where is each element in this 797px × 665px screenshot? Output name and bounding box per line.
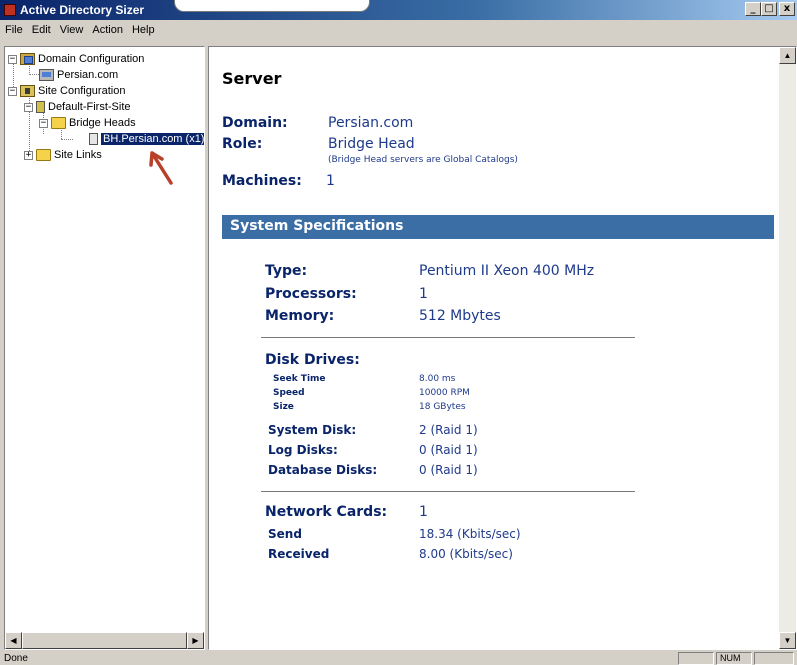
maximize-button[interactable]: □ <box>761 2 777 16</box>
type-value: Pentium II Xeon 400 MHz <box>419 263 595 279</box>
tree-horizontal-scrollbar[interactable]: ◀ ▶ <box>5 632 204 649</box>
domain-value: Persian.com <box>328 115 414 131</box>
memory-label: Memory: <box>265 308 335 324</box>
received-label: Received <box>268 547 330 561</box>
tree-node-label: Site Links <box>54 149 102 161</box>
status-text: Done <box>4 653 28 664</box>
speed-label: Speed <box>273 388 305 398</box>
collapse-icon[interactable]: − <box>24 102 33 112</box>
role-value: Bridge Head <box>328 136 415 152</box>
tree-node-domain-configuration[interactable]: − Domain Configuration <box>8 52 144 66</box>
collapse-icon[interactable]: − <box>39 118 48 128</box>
processors-value: 1 <box>419 286 428 302</box>
site-icon <box>36 101 45 113</box>
page-title: Server <box>222 69 282 88</box>
tree-connector <box>61 139 73 140</box>
send-value: 18.34 (Kbits/sec) <box>419 527 521 541</box>
log-disks-label: Log Disks: <box>268 443 338 457</box>
size-value: 18 GBytes <box>419 402 466 412</box>
log-disks-value: 0 (Raid 1) <box>419 443 478 457</box>
database-disks-value: 0 (Raid 1) <box>419 463 478 477</box>
status-cell-blank <box>754 652 794 665</box>
domain-config-icon <box>20 53 35 65</box>
tree-pane: − Domain Configuration Persian.com − Sit… <box>4 46 205 650</box>
memory-value: 512 Mbytes <box>419 308 501 324</box>
tree-node-label: Default-First-Site <box>48 101 131 113</box>
divider <box>261 337 635 338</box>
seek-time-value: 8.00 ms <box>419 374 456 384</box>
menu-help[interactable]: Help <box>132 24 155 36</box>
tree-node-label: Domain Configuration <box>38 53 145 65</box>
tree-node-site-links[interactable]: + Site Links <box>24 148 102 162</box>
tree-node-site[interactable]: − Default-First-Site <box>24 100 131 114</box>
tree-node-server[interactable]: BH.Persian.com (x1) <box>89 132 204 146</box>
section-banner: System Specifications <box>222 215 774 239</box>
role-note: (Bridge Head servers are Global Catalogs… <box>328 155 518 165</box>
menu-edit[interactable]: Edit <box>32 24 51 36</box>
scroll-left-icon[interactable]: ◀ <box>5 632 22 649</box>
tree-view: − Domain Configuration Persian.com − Sit… <box>5 47 204 630</box>
collapse-icon[interactable]: − <box>8 86 17 96</box>
overlay-notch <box>174 0 370 12</box>
expand-icon[interactable]: + <box>24 150 33 160</box>
menu-action[interactable]: Action <box>92 24 123 36</box>
menu-view[interactable]: View <box>60 24 84 36</box>
content-vertical-scrollbar[interactable]: ▲ ▼ <box>779 47 796 649</box>
divider <box>261 491 635 492</box>
title-bar: Active Directory Sizer _ □ x <box>0 0 797 20</box>
role-label: Role: <box>222 136 263 152</box>
section-heading: System Specifications <box>230 218 404 234</box>
menu-file[interactable]: File <box>5 24 23 36</box>
database-disks-label: Database Disks: <box>268 463 378 477</box>
scroll-up-icon[interactable]: ▲ <box>779 47 796 64</box>
domain-label: Domain: <box>222 115 288 131</box>
tree-node-bridge-heads[interactable]: − Bridge Heads <box>39 116 136 130</box>
status-cell-blank <box>678 652 714 665</box>
machines-label: Machines: <box>222 173 302 189</box>
window-controls: _ □ x <box>745 2 795 16</box>
type-label: Type: <box>265 263 308 279</box>
num-lock-indicator: NUM <box>716 652 752 665</box>
scroll-thumb[interactable] <box>22 632 187 649</box>
window-title: Active Directory Sizer <box>20 3 145 17</box>
disk-drives-heading: Disk Drives: <box>265 352 360 368</box>
close-button[interactable]: x <box>779 2 795 16</box>
size-label: Size <box>273 402 294 412</box>
seek-time-label: Seek Time <box>273 374 326 384</box>
tree-node-label: Site Configuration <box>38 85 126 97</box>
machines-value: 1 <box>326 173 335 189</box>
domain-icon <box>39 69 54 81</box>
minimize-button[interactable]: _ <box>745 2 761 16</box>
network-cards-value: 1 <box>419 504 428 520</box>
content-pane: Server Domain: Persian.com Role: Bridge … <box>208 46 797 650</box>
speed-value: 10000 RPM <box>419 388 470 398</box>
tree-node-site-configuration[interactable]: − Site Configuration <box>8 84 125 98</box>
received-value: 8.00 (Kbits/sec) <box>419 547 513 561</box>
system-disk-value: 2 (Raid 1) <box>419 423 478 437</box>
tree-node-label: Persian.com <box>57 69 119 81</box>
folder-icon <box>36 149 51 161</box>
tree-node-label: Bridge Heads <box>69 117 136 129</box>
collapse-icon[interactable]: − <box>8 54 17 64</box>
processors-label: Processors: <box>265 286 357 302</box>
folder-icon <box>51 117 66 129</box>
app-icon <box>4 4 16 16</box>
status-bar: Done NUM <box>0 650 797 665</box>
annotation-arrow-icon <box>149 151 173 185</box>
tree-node-label-selected: BH.Persian.com (x1) <box>101 133 204 145</box>
site-config-icon <box>20 85 35 97</box>
system-disk-label: System Disk: <box>268 423 357 437</box>
send-label: Send <box>268 527 302 541</box>
menu-bar: File Edit View Action Help <box>0 20 797 39</box>
network-cards-label: Network Cards: <box>265 504 388 520</box>
scroll-right-icon[interactable]: ▶ <box>187 632 204 649</box>
scroll-down-icon[interactable]: ▼ <box>779 632 796 649</box>
server-icon <box>89 133 98 145</box>
tree-node-domain[interactable]: Persian.com <box>39 68 118 82</box>
